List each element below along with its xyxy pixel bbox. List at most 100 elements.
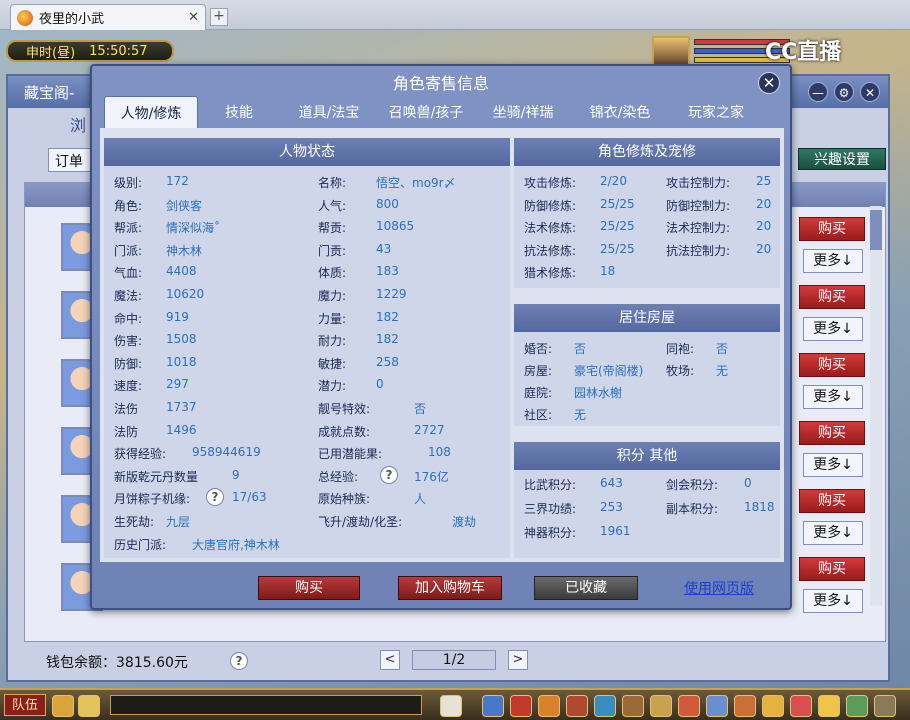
quest-icon[interactable] bbox=[622, 695, 644, 717]
settings-icon[interactable] bbox=[874, 695, 896, 717]
item-bag-icon[interactable] bbox=[510, 695, 532, 717]
use-web-version-link[interactable]: 使用网页版 bbox=[684, 578, 754, 598]
cultivation-panel: 角色修炼及宠修 攻击修炼: 2/20 防御修炼: 25/25 法术修炼: 25/25 抗法修… bbox=[514, 138, 780, 288]
attack-icon[interactable] bbox=[482, 695, 504, 717]
tab-close-icon[interactable]: ✕ bbox=[188, 10, 199, 25]
skills-icon[interactable] bbox=[594, 695, 616, 717]
stat-row: 魔力: 1229 bbox=[318, 287, 407, 304]
team-menu-icon[interactable] bbox=[566, 695, 588, 717]
stat-label: 同袍: bbox=[666, 342, 695, 356]
stat-row: 魔法: 10620 bbox=[114, 287, 204, 304]
help-icon[interactable]: ? bbox=[380, 465, 398, 484]
prev-page-button[interactable]: < bbox=[380, 650, 400, 670]
browse-label[interactable]: 浏 bbox=[70, 112, 86, 136]
dialog-close-icon[interactable]: ✕ bbox=[758, 72, 780, 94]
listing-more-button[interactable]: 更多↓ bbox=[803, 521, 863, 545]
tab-outfits[interactable]: 锦衣/染色 bbox=[572, 96, 668, 128]
dialog-tabs: 人物/修炼 技能 道具/法宝 召唤兽/孩子 坐骑/祥瑞 锦衣/染色 玩家之家 bbox=[104, 96, 784, 128]
emote-icon[interactable] bbox=[78, 695, 100, 717]
panel-header: 积分 其他 bbox=[514, 442, 780, 470]
stat-value: 800 bbox=[376, 196, 399, 211]
next-page-button[interactable]: > bbox=[508, 650, 528, 670]
tab-items[interactable]: 道具/法宝 bbox=[280, 96, 378, 128]
listing-more-button[interactable]: 更多↓ bbox=[803, 317, 863, 341]
listing-more-button[interactable]: 更多↓ bbox=[803, 453, 863, 477]
stat-label: 防御控制力: bbox=[666, 198, 731, 213]
stat-row: 三界功绩: 253 bbox=[524, 500, 623, 517]
stat-label: 法术修炼: bbox=[524, 221, 577, 236]
listing-more-button[interactable]: 更多↓ bbox=[803, 589, 863, 613]
stat-value: 25/25 bbox=[600, 196, 635, 211]
stat-value: 20 bbox=[756, 219, 772, 234]
stat-value: 172 bbox=[166, 174, 189, 188]
help-icon[interactable]: ? bbox=[230, 652, 248, 670]
listing-buy-button[interactable]: 购买 bbox=[799, 557, 865, 581]
listing-buy-button[interactable]: 购买 bbox=[799, 489, 865, 513]
stat-label: 猎术修炼: bbox=[524, 266, 577, 281]
stat-row: 房屋: 豪宅(帝阁楼) bbox=[524, 362, 643, 379]
stat-row: 牧场: 无 bbox=[666, 362, 728, 379]
listing-more-button[interactable]: 更多↓ bbox=[803, 249, 863, 273]
stat-row: 已用潜能果: 108 bbox=[318, 445, 451, 462]
stat-value: 25/25 bbox=[600, 219, 635, 234]
browser-tab[interactable]: 夜里的小武 ✕ bbox=[10, 4, 206, 30]
close-icon[interactable]: ✕ bbox=[860, 82, 880, 102]
stat-value: 人 bbox=[414, 492, 427, 507]
listing-buy-button[interactable]: 购买 bbox=[799, 421, 865, 445]
minimize-icon[interactable]: — bbox=[808, 82, 828, 102]
shop-icon[interactable] bbox=[734, 695, 756, 717]
stat-row: 成就点数: 2727 bbox=[318, 423, 445, 440]
stat-value: 182 bbox=[376, 309, 399, 324]
stat-label: 防御修炼: bbox=[524, 198, 577, 213]
pet-icon[interactable] bbox=[440, 695, 462, 717]
stat-label: 法术控制力: bbox=[666, 221, 731, 236]
settings-icon[interactable]: ⚙ bbox=[834, 82, 854, 102]
interest-settings-button[interactable]: 兴趣设置 bbox=[798, 148, 886, 170]
listing-scrollbar[interactable] bbox=[870, 206, 882, 606]
residence-panel: 居住房屋 婚否: 否房屋: 豪宅(帝阁楼) 庭院: 园林水榭 社区: 无 同袍: 否牧场: 无 bbox=[514, 304, 780, 426]
smile-icon[interactable] bbox=[818, 695, 840, 717]
stat-label: 新版乾元丹数量 bbox=[114, 469, 199, 484]
chat-input[interactable] bbox=[110, 695, 422, 715]
live-watermark: CC直播 bbox=[765, 40, 842, 65]
stat-value: 253 bbox=[600, 500, 623, 514]
stat-value: 2727 bbox=[414, 422, 445, 437]
team-button[interactable]: 队伍 bbox=[4, 694, 46, 716]
tab-title: 夜里的小武 bbox=[39, 12, 105, 27]
listing-buy-button[interactable]: 购买 bbox=[799, 285, 865, 309]
stat-value: 1508 bbox=[166, 332, 197, 347]
stat-value: 10620 bbox=[166, 287, 205, 301]
gift-icon[interactable] bbox=[538, 695, 560, 717]
buy-button[interactable]: 购买 bbox=[258, 576, 360, 600]
tab-skills[interactable]: 技能 bbox=[198, 96, 280, 128]
system-icon[interactable] bbox=[846, 695, 868, 717]
wallet-balance: 钱包余额：3815.60元 bbox=[46, 655, 188, 671]
stat-row: 抗法控制力: 20 bbox=[666, 242, 771, 259]
stat-label: 攻击修炼: bbox=[524, 176, 577, 190]
page-indicator: 1/2 bbox=[412, 650, 496, 670]
player-portrait[interactable] bbox=[652, 36, 690, 66]
microphone-icon[interactable] bbox=[52, 695, 74, 717]
favorited-button[interactable]: 已收藏 bbox=[534, 576, 638, 600]
tab-summons[interactable]: 召唤兽/孩子 bbox=[378, 96, 474, 128]
listing-buy-button[interactable]: 购买 bbox=[799, 217, 865, 241]
listing-more-button[interactable]: 更多↓ bbox=[803, 385, 863, 409]
stat-row: 比武积分: 643 bbox=[524, 476, 623, 493]
tab-character[interactable]: 人物/修炼 bbox=[104, 96, 198, 128]
listing-buy-button[interactable]: 购买 bbox=[799, 353, 865, 377]
event-icon[interactable] bbox=[762, 695, 784, 717]
guild-icon[interactable] bbox=[650, 695, 672, 717]
friends-icon[interactable] bbox=[678, 695, 700, 717]
help-icon[interactable]: ? bbox=[206, 488, 224, 507]
mail-icon[interactable] bbox=[706, 695, 728, 717]
stat-value: 1229 bbox=[376, 287, 407, 301]
tab-mounts[interactable]: 坐骑/祥瑞 bbox=[474, 96, 572, 128]
scroll-thumb[interactable] bbox=[870, 210, 882, 250]
stat-value: 25 bbox=[756, 174, 772, 188]
add-to-cart-button[interactable]: 加入购物车 bbox=[398, 576, 502, 600]
stat-row: 获得经验: 958944619 bbox=[114, 445, 261, 462]
tab-player-home[interactable]: 玩家之家 bbox=[668, 96, 764, 128]
new-tab-button[interactable]: + bbox=[210, 8, 228, 26]
activity-icon[interactable] bbox=[790, 695, 812, 717]
stat-label: 防御: bbox=[114, 356, 143, 371]
